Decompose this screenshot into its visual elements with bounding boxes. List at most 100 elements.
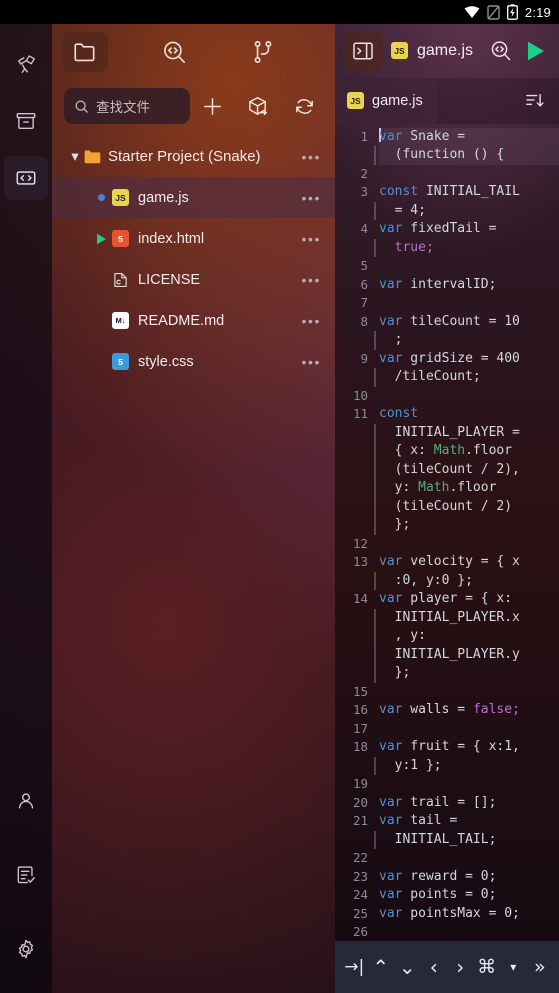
plus-icon[interactable] xyxy=(190,86,236,126)
js-file-icon: JS xyxy=(112,189,129,206)
battery-charging-icon xyxy=(506,4,518,20)
tab-git-branch[interactable] xyxy=(240,32,286,72)
file-row-style-css[interactable]: 5 style.css ••• xyxy=(52,341,335,382)
search-input[interactable]: 查找文件 xyxy=(64,88,190,124)
code-token: , y: xyxy=(374,627,426,646)
code-token: .floor xyxy=(465,443,513,459)
line-number: 17 xyxy=(352,720,368,736)
line-number: 4 xyxy=(360,221,368,237)
code-token: Math xyxy=(433,443,466,459)
arrow-left-key[interactable]: ‹ xyxy=(421,952,447,982)
code-line-text: const INITIAL_TAIL = 4; xyxy=(374,183,559,221)
file-row-license[interactable]: LICENSE ••• xyxy=(52,259,335,300)
project-menu-button[interactable]: ••• xyxy=(301,149,325,165)
code-line-text: var velocity = { x :0, y:0 }; xyxy=(374,553,559,591)
code-line-text: var tileCount = 10 ; xyxy=(374,313,559,350)
code-token: walls = xyxy=(402,702,473,718)
files-action-bar: 查找文件 xyxy=(52,80,335,132)
settings-gear-icon[interactable] xyxy=(4,927,48,971)
arrow-up-key[interactable]: ⌃ xyxy=(368,952,394,982)
code-token: = 4; xyxy=(374,201,426,221)
file-row-game-js[interactable]: JS game.js ••• xyxy=(52,177,335,218)
code-line-text xyxy=(379,683,559,702)
code-line-text: var intervalID; xyxy=(379,276,559,295)
code-line: 13 var velocity = { x :0, y:0 }; xyxy=(335,553,559,591)
telescope-icon[interactable] xyxy=(4,42,48,86)
code-token: var xyxy=(379,554,403,570)
code-line-text: var fixedTail = true; xyxy=(374,220,559,258)
tab-files[interactable] xyxy=(62,32,108,72)
file-menu-button[interactable]: ••• xyxy=(301,190,325,206)
line-number: 24 xyxy=(352,887,368,903)
code-line-text xyxy=(379,535,559,554)
tab-label: game.js xyxy=(372,92,423,109)
js-file-icon: JS xyxy=(347,92,364,110)
file-menu-button[interactable]: ••• xyxy=(301,272,325,288)
file-menu-button[interactable]: ••• xyxy=(301,313,325,329)
code-line: 14 var player = { x: INITIAL_PLAYER.x , y… xyxy=(335,590,559,683)
search-placeholder: 查找文件 xyxy=(96,100,150,115)
code-token: true; xyxy=(379,239,434,255)
account-icon[interactable] xyxy=(4,779,48,823)
code-line: 22 xyxy=(335,849,559,868)
run-play-icon[interactable] xyxy=(519,31,551,71)
file-menu-button[interactable]: ••• xyxy=(301,231,325,247)
code-line: 24 var points = 0; xyxy=(335,886,559,905)
file-name: README.md xyxy=(138,312,225,329)
code-token: tileCount = 10 xyxy=(402,313,520,329)
code-line: 10 xyxy=(335,387,559,406)
archive-box-icon[interactable] xyxy=(4,99,48,143)
more-keys[interactable]: » xyxy=(527,952,553,982)
file-row-readme-md[interactable]: M↓ README.md ••• xyxy=(52,300,335,341)
code-line: 7 xyxy=(335,294,559,313)
line-number: 20 xyxy=(352,794,368,810)
arrow-right-key[interactable]: › xyxy=(447,952,473,982)
code-line: 16 var walls = false; xyxy=(335,701,559,720)
code-token: const xyxy=(379,406,419,422)
code-editor[interactable]: 1 var Snake = (function () {2 3 const INIT… xyxy=(335,124,559,941)
line-number: 26 xyxy=(352,924,368,940)
chevron-down-icon[interactable]: ▾ xyxy=(66,149,84,165)
panel-toggle-icon[interactable] xyxy=(343,30,383,71)
file-menu-button[interactable]: ••• xyxy=(301,354,325,370)
code-line: 26 xyxy=(335,923,559,941)
license-file-icon xyxy=(112,271,129,288)
code-line: 3 const INITIAL_TAIL = 4; xyxy=(335,183,559,221)
code-token: { x: Math.floor xyxy=(374,442,512,461)
dropdown-key[interactable]: ▾ xyxy=(500,952,526,982)
code-token: var xyxy=(379,702,403,718)
refresh-icon[interactable] xyxy=(281,86,327,126)
file-row-index-html[interactable]: 5 index.html ••• xyxy=(52,218,335,259)
code-token: var xyxy=(379,221,403,237)
tab-game-js[interactable]: JS game.js xyxy=(335,77,437,124)
arrow-down-key[interactable]: ⌄ xyxy=(394,952,420,982)
files-panel: 查找文件 ▾ Starter Project (Snake) ••• JS ga… xyxy=(52,24,335,993)
code-line: 6 var intervalID; xyxy=(335,276,559,295)
code-token: true; xyxy=(374,238,434,258)
wifi-icon xyxy=(464,5,480,19)
code-search-icon[interactable] xyxy=(483,31,517,71)
rail-bottom-group xyxy=(4,779,48,993)
command-key[interactable]: ⌘ xyxy=(474,952,500,982)
markdown-file-icon: M↓ xyxy=(112,312,129,329)
editor-panel: JS game.js JS game.js 1 var Snake = (fun… xyxy=(335,24,559,993)
run-play-icon[interactable] xyxy=(90,233,112,245)
code-line-text xyxy=(379,294,559,313)
code-token: y:1 }; xyxy=(374,756,442,776)
tab-code-search[interactable] xyxy=(151,32,197,72)
line-number: 1 xyxy=(360,128,368,144)
tree-row-project[interactable]: ▾ Starter Project (Snake) ••• xyxy=(52,136,335,177)
tab-key[interactable]: →| xyxy=(341,952,367,982)
code-brackets-icon[interactable] xyxy=(4,156,48,200)
tasks-icon[interactable] xyxy=(4,853,48,897)
line-number: 8 xyxy=(360,313,368,329)
code-token: INITIAL_PLAYER = xyxy=(374,423,520,443)
line-number: 16 xyxy=(352,702,368,718)
code-line: 8 var tileCount = 10 ; xyxy=(335,313,559,350)
code-line-text xyxy=(379,923,559,941)
sort-descending-icon[interactable] xyxy=(524,90,559,111)
code-line: 23 var reward = 0; xyxy=(335,868,559,887)
line-number: 11 xyxy=(352,406,368,422)
folder-icon xyxy=(84,148,101,165)
package-import-icon[interactable] xyxy=(236,86,282,126)
